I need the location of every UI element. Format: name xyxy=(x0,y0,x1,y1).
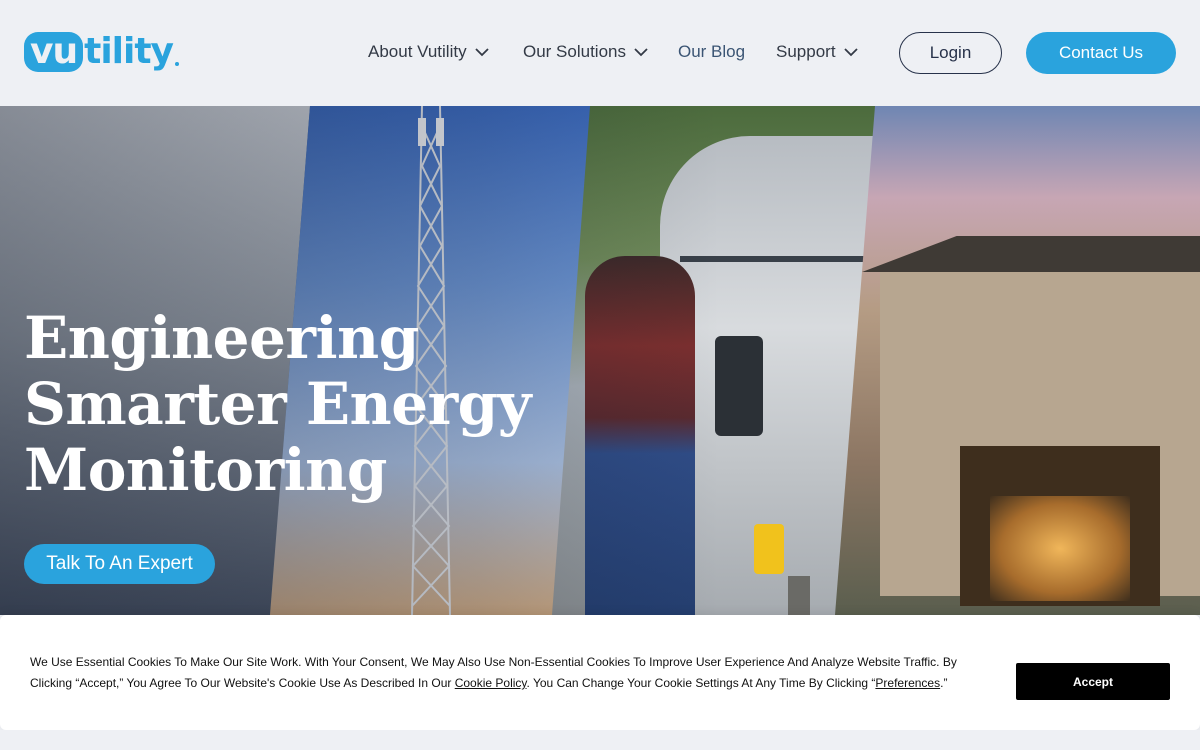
logo-wordmark: vu tility xyxy=(24,31,180,72)
preferences-link[interactable]: Preferences xyxy=(875,676,940,690)
hero-title-line: Monitoring xyxy=(24,436,387,504)
accept-cookies-button[interactable]: Accept xyxy=(1016,663,1170,700)
cookie-banner: We Use Essential Cookies To Make Our Sit… xyxy=(0,615,1200,730)
login-button[interactable]: Login xyxy=(899,32,1002,74)
nav-item-our-blog[interactable]: Our Blog xyxy=(678,42,745,62)
nav-item-label: Our Solutions xyxy=(523,42,626,61)
hero-section: Engineering Smarter Energy Monitoring Ta… xyxy=(0,106,1200,615)
utility-post xyxy=(788,576,810,615)
worker-figure xyxy=(585,256,695,615)
logo-dot xyxy=(175,62,180,66)
meter-device xyxy=(754,524,784,574)
rv-stripe xyxy=(680,256,875,262)
rv-window xyxy=(715,336,763,436)
nav-item-label: Our Blog xyxy=(678,42,746,61)
logo-vu-mark: vu xyxy=(24,32,84,72)
chevron-down-icon xyxy=(474,48,489,57)
contact-us-button[interactable]: Contact Us xyxy=(1026,32,1176,74)
cookie-policy-link[interactable]: Cookie Policy xyxy=(455,676,527,690)
page-bottom-strip xyxy=(0,730,1200,750)
cookie-text-segment: .” xyxy=(940,676,948,690)
chevron-down-icon xyxy=(843,48,858,57)
hero-title-line: Smarter Energy xyxy=(24,370,531,438)
cookie-notice-text: We Use Essential Cookies To Make Our Sit… xyxy=(30,652,1000,694)
talk-to-expert-button[interactable]: Talk To An Expert xyxy=(24,544,215,584)
nav-item-label: About Vutility xyxy=(368,42,467,61)
hero-title-line: Engineering xyxy=(24,304,419,372)
site-header: vu tility About Vutility Our Solutions Ou… xyxy=(0,0,1200,106)
chevron-down-icon xyxy=(634,48,648,57)
nav-item-support[interactable]: Support xyxy=(776,42,858,62)
cookie-text-segment: . You Can Change Your Cookie Settings At… xyxy=(526,676,876,690)
logo-text-rest: tility xyxy=(84,31,174,72)
vutility-logo[interactable]: vu tility xyxy=(24,31,180,72)
nav-item-about-vutility[interactable]: About Vutility xyxy=(368,42,489,62)
nav-item-label: Support xyxy=(776,42,836,61)
hero-title: Engineering Smarter Energy Monitoring xyxy=(24,304,531,504)
building-lights xyxy=(990,496,1130,601)
nav-item-our-solutions[interactable]: Our Solutions xyxy=(523,42,648,62)
